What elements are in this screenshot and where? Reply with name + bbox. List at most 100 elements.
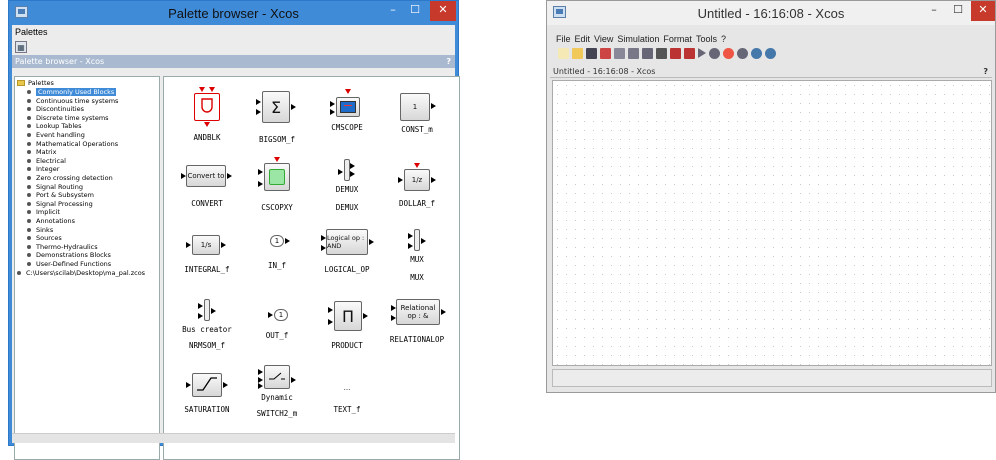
- palette-block[interactable]: CSCOPXY: [242, 155, 312, 221]
- palette-browser-window: Palette browser - Xcos – ☐ ✕ Palettes ▦ …: [8, 0, 460, 460]
- palette-block[interactable]: 1/z DOLLAR_f: [382, 155, 452, 221]
- fit-icon[interactable]: [684, 47, 695, 59]
- undo-icon[interactable]: [656, 47, 667, 59]
- tree-item[interactable]: Sinks: [27, 226, 53, 235]
- menu-palettes[interactable]: Palettes: [15, 27, 48, 37]
- palette-client-area: Palettes ▦ Palette browser - Xcos ? Pale…: [12, 25, 460, 460]
- palette-block[interactable]: Π PRODUCT: [312, 295, 382, 361]
- tree-item-user-palette[interactable]: C:\Users\scilab\Desktop\ma_pal.zcos: [17, 269, 145, 278]
- panel-help-icon[interactable]: ?: [983, 65, 988, 78]
- palette-block[interactable]: 1 IN_f: [242, 225, 312, 291]
- open-icon[interactable]: [572, 47, 583, 59]
- tree-item[interactable]: User-Defined Functions: [27, 260, 111, 269]
- palette-block[interactable]: CMSCOPE: [312, 85, 382, 151]
- tree-item-label: Integer: [36, 165, 60, 174]
- palette-block[interactable]: Bus creator NRMSOM_f: [172, 295, 242, 361]
- palette-block[interactable]: Logical op : AND LOGICAL_OP: [312, 225, 382, 291]
- palette-block[interactable]: Relational op : & RELATIONALOP: [382, 295, 452, 361]
- block-name: DEMUX: [335, 203, 359, 212]
- block-name: PRODUCT: [331, 341, 363, 350]
- settings-icon[interactable]: [751, 47, 762, 59]
- export-icon[interactable]: [642, 47, 653, 59]
- palette-titlebar[interactable]: Palette browser - Xcos – ☐ ✕: [9, 1, 458, 25]
- tree-item[interactable]: Thermo-Hydraulics: [27, 243, 98, 252]
- block-icon: 1: [274, 309, 288, 321]
- bullet-icon: [17, 270, 21, 275]
- tree-item[interactable]: Sources: [27, 234, 62, 243]
- tree-item[interactable]: Implicit: [27, 208, 60, 217]
- palette-block[interactable]: 1 OUT_f: [242, 295, 312, 361]
- palette-block[interactable]: 1/s INTEGRAL_f: [172, 225, 242, 291]
- close-button[interactable]: ✕: [971, 1, 995, 21]
- close-button[interactable]: ✕: [430, 1, 456, 21]
- maximize-button[interactable]: ☐: [402, 1, 428, 21]
- save-as-icon[interactable]: [614, 47, 625, 59]
- menu-format[interactable]: Format: [663, 34, 692, 44]
- palette-block[interactable]: SATURATION: [172, 365, 242, 431]
- open-folder-icon[interactable]: [586, 47, 597, 59]
- tree-item[interactable]: Demonstrations Blocks: [27, 251, 111, 260]
- tree-item[interactable]: Matrix: [27, 148, 56, 157]
- save-icon[interactable]: [600, 47, 611, 59]
- menu-tools[interactable]: Tools: [696, 34, 717, 44]
- palette-block[interactable]: Dynamic SWITCH2_m: [242, 365, 312, 431]
- palette-block[interactable]: ANDBLK: [172, 85, 242, 151]
- palette-block[interactable]: Σ BIGSOM_f: [242, 85, 312, 151]
- tree-item[interactable]: Zero crossing detection: [27, 174, 113, 183]
- block-name: SWITCH2_m: [256, 409, 298, 418]
- tree-item[interactable]: Discontinuities: [27, 105, 84, 114]
- block-name: TEXT_f: [333, 405, 361, 414]
- new-icon[interactable]: [558, 47, 569, 59]
- tree-item[interactable]: Continuous time systems: [27, 97, 118, 106]
- tree-item-label: C:\Users\scilab\Desktop\ma_pal.zcos: [26, 268, 146, 277]
- block-icon: Π: [334, 301, 362, 331]
- tree-item[interactable]: Electrical: [27, 157, 66, 166]
- tree-item[interactable]: Event handling: [27, 131, 85, 140]
- maximize-button[interactable]: ☐: [945, 1, 971, 21]
- port-icon: [369, 239, 374, 245]
- bullet-icon: [27, 150, 31, 155]
- tree-item[interactable]: Signal Routing: [27, 183, 83, 192]
- tree-root[interactable]: Palettes: [17, 79, 54, 88]
- tree-item[interactable]: Mathematical Operations: [27, 140, 118, 149]
- tree-item[interactable]: Lookup Tables: [27, 122, 82, 131]
- tree-item[interactable]: Annotations: [27, 217, 75, 226]
- menu-help[interactable]: ?: [721, 34, 726, 44]
- menu-edit[interactable]: Edit: [575, 34, 591, 44]
- diagram-canvas[interactable]: [552, 80, 992, 366]
- load-palette-icon[interactable]: ▦: [15, 41, 27, 53]
- redo-icon[interactable]: [670, 47, 681, 59]
- panel-help-icon[interactable]: ?: [446, 55, 451, 68]
- port-icon: [268, 312, 273, 318]
- palette-toolbar: ▦: [12, 39, 455, 55]
- tree-item[interactable]: Discrete time systems: [27, 114, 109, 123]
- palette-block[interactable]: MUX MUX: [382, 225, 452, 291]
- block-glyph-label: 1/z: [411, 176, 423, 184]
- palette-block[interactable]: 1 CONST_m: [382, 85, 452, 151]
- zoom-in-icon[interactable]: [723, 47, 734, 59]
- tree-item-label: Implicit: [36, 208, 60, 217]
- start-icon[interactable]: [698, 48, 706, 58]
- minimize-button[interactable]: –: [921, 1, 947, 21]
- zoom-out-icon[interactable]: [737, 47, 748, 59]
- tree-item[interactable]: Integer: [27, 165, 59, 174]
- palette-block[interactable]: Convert to CONVERT: [172, 155, 242, 221]
- tree-item[interactable]: Port & Subsystem: [27, 191, 94, 200]
- bullet-icon: [27, 141, 31, 146]
- tree-item[interactable]: Signal Processing: [27, 200, 93, 209]
- port-icon: [186, 242, 191, 248]
- menu-file[interactable]: File: [556, 34, 571, 44]
- menu-view[interactable]: View: [594, 34, 613, 44]
- palette-block[interactable]: ... TEXT_f: [312, 365, 382, 431]
- palette-block[interactable]: DEMUX DEMUX: [312, 155, 382, 221]
- block-glyph-label: Π: [341, 306, 355, 326]
- menu-simulation[interactable]: Simulation: [617, 34, 659, 44]
- tree-item[interactable]: Commonly Used Blocks: [27, 88, 117, 97]
- folder-icon: [17, 80, 25, 86]
- print-icon[interactable]: [628, 47, 639, 59]
- help-icon[interactable]: [765, 47, 776, 59]
- xcos-titlebar[interactable]: Untitled - 16:16:08 - Xcos – ☐ ✕: [547, 1, 995, 25]
- diagram-panel-title: Untitled - 16:16:08 - Xcos: [553, 67, 656, 76]
- stop-icon[interactable]: [709, 47, 720, 59]
- port-icon: [345, 89, 351, 94]
